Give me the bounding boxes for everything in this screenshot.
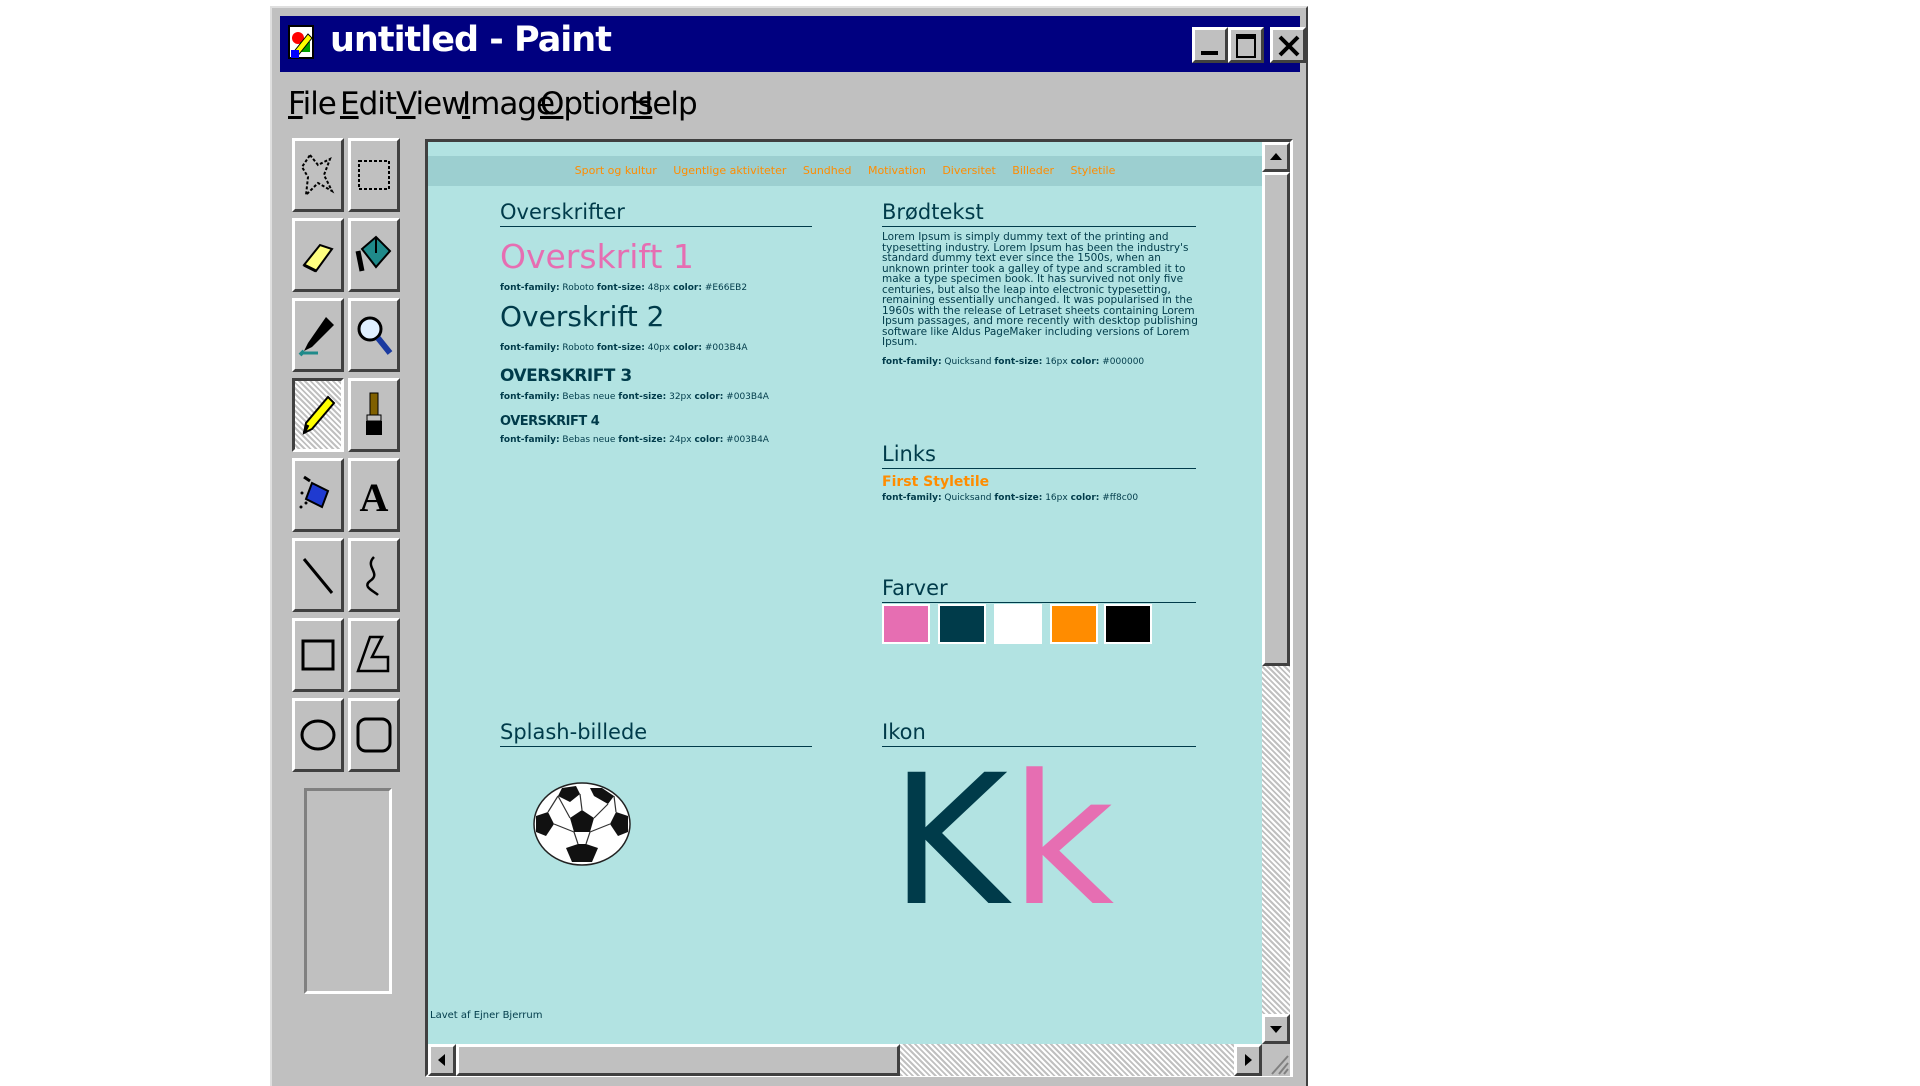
horizontal-scrollbar[interactable] <box>428 1044 1262 1076</box>
headings-section-title: Overskrifter <box>500 200 812 227</box>
heading-4-spec: font-family: Bebas neue font-size: 24px … <box>500 435 769 445</box>
scroll-right-button[interactable] <box>1234 1044 1262 1076</box>
heading-2-spec: font-family: Roboto font-size: 40px colo… <box>500 343 748 353</box>
arrow-down-icon <box>1270 1026 1282 1033</box>
rectangle-icon <box>301 639 335 671</box>
heading-2-sample: Overskrift 2 <box>500 300 665 333</box>
ellipse-icon <box>300 719 336 751</box>
line-icon <box>302 558 334 594</box>
rectangle-select-icon <box>358 160 390 190</box>
pick-color-tool[interactable] <box>292 298 344 372</box>
scroll-down-button[interactable] <box>1262 1014 1290 1044</box>
color-swatch-black <box>1104 604 1152 644</box>
nav-link-styletile[interactable]: Styletile <box>1071 156 1116 186</box>
menu-view[interactable]: View <box>396 86 467 122</box>
nav-link-motivation[interactable]: Motivation <box>868 156 926 186</box>
airbrush-icon <box>299 475 330 509</box>
nav-link-billeder[interactable]: Billeder <box>1012 156 1054 186</box>
fill-with-color-tool[interactable] <box>348 218 400 292</box>
heading-1-sample: Overskrift 1 <box>500 237 694 276</box>
free-form-select-icon <box>300 153 335 198</box>
soccer-ball-icon <box>533 782 631 866</box>
title-bar[interactable]: untitled - Paint <box>280 16 1306 72</box>
free-form-select-tool[interactable] <box>292 138 344 212</box>
body-text-spec: font-family: Quicksand font-size: 16px c… <box>882 357 1145 367</box>
arrow-right-icon <box>1245 1054 1252 1066</box>
curve-icon <box>366 556 379 596</box>
color-swatch-orange <box>1050 604 1098 644</box>
menu-file[interactable]: File <box>288 86 337 122</box>
menu-bar: File Edit View Image Options Help <box>280 80 1300 130</box>
nav-link-diversitet[interactable]: Diversitet <box>942 156 996 186</box>
paint-app-icon <box>288 25 314 59</box>
body-text-section-title: Brødtekst <box>882 200 1196 227</box>
tool-options-panel[interactable] <box>304 788 392 994</box>
nav-link-aktiviteter[interactable]: Ugentlige aktiviteter <box>673 156 786 186</box>
icon-letter-uppercase-k: K <box>890 737 1009 946</box>
colors-section-title: Farver <box>882 576 1196 603</box>
splash-section-title: Splash-billede <box>500 720 812 747</box>
eyedropper-icon <box>298 317 334 357</box>
site-nav: Sport og kultur Ugentlige aktiviteter Su… <box>428 156 1262 186</box>
canvas-frame: Sport og kultur Ugentlige aktiviteter Su… <box>425 139 1293 1077</box>
heading-4-sample: OVERSKRIFT 4 <box>500 414 600 429</box>
polygon-tool[interactable] <box>348 618 400 692</box>
nav-link-sport[interactable]: Sport og kultur <box>575 156 657 186</box>
color-swatch-dark-teal <box>938 604 986 644</box>
icon-letter-lowercase-k: k <box>1010 737 1115 946</box>
heading-3-sample: OVERSKRIFT 3 <box>500 366 632 386</box>
color-swatch-white <box>994 604 1042 644</box>
heading-3-spec: font-family: Bebas neue font-size: 32px … <box>500 392 769 402</box>
menu-help[interactable]: Help <box>630 86 698 122</box>
scroll-left-button[interactable] <box>428 1044 456 1076</box>
body-text-sample: Lorem Ipsum is simply dummy text of the … <box>882 231 1198 348</box>
resize-grip-icon <box>1271 1055 1289 1075</box>
link-sample[interactable]: First Styletile <box>882 474 989 490</box>
maximize-button[interactable] <box>1228 27 1264 63</box>
eraser-tool[interactable] <box>292 218 344 292</box>
color-swatch-pink <box>882 604 930 644</box>
rounded-rectangle-tool[interactable] <box>348 698 400 772</box>
close-icon <box>1278 35 1300 57</box>
canvas[interactable]: Sport og kultur Ugentlige aktiviteter Su… <box>428 142 1262 1044</box>
horizontal-scroll-thumb[interactable] <box>456 1044 900 1076</box>
eraser-icon <box>302 243 334 273</box>
heading-1-spec: font-family: Roboto font-size: 48px colo… <box>500 283 748 293</box>
svg-text:A: A <box>360 475 389 517</box>
menu-edit[interactable]: Edit <box>340 86 397 122</box>
rectangle-tool[interactable] <box>292 618 344 692</box>
brush-tool[interactable] <box>348 378 400 452</box>
ellipse-tool[interactable] <box>292 698 344 772</box>
vertical-scrollbar[interactable] <box>1262 142 1290 1044</box>
scroll-up-button[interactable] <box>1262 142 1290 172</box>
text-tool[interactable]: A <box>348 458 400 532</box>
close-button[interactable] <box>1270 27 1306 63</box>
toolbox: A <box>292 138 400 788</box>
paint-window: untitled - Paint File Edit View Image Op… <box>270 6 1308 1086</box>
text-icon: A <box>360 475 389 517</box>
site-footer: Lavet af Ejner Bjerrum <box>430 1010 543 1021</box>
minimize-button[interactable] <box>1192 27 1228 63</box>
pencil-tool[interactable] <box>292 378 344 452</box>
curve-tool[interactable] <box>348 538 400 612</box>
pencil-icon <box>302 395 336 435</box>
line-tool[interactable] <box>292 538 344 612</box>
nav-link-sundhed[interactable]: Sundhed <box>803 156 852 186</box>
magnifier-icon <box>357 316 393 355</box>
window-title: untitled - Paint <box>330 20 612 60</box>
polygon-icon <box>356 635 390 673</box>
paint-bucket-icon <box>355 235 392 272</box>
airbrush-tool[interactable] <box>292 458 344 532</box>
rounded-rectangle-icon <box>356 717 392 753</box>
rectangle-select-tool[interactable] <box>348 138 400 212</box>
links-section-title: Links <box>882 442 1196 469</box>
resize-grip[interactable] <box>1262 1044 1290 1076</box>
vertical-scroll-thumb[interactable] <box>1262 172 1290 666</box>
arrow-left-icon <box>438 1054 445 1066</box>
magnifier-tool[interactable] <box>348 298 400 372</box>
arrow-up-icon <box>1270 153 1282 160</box>
links-spec: font-family: Quicksand font-size: 16px c… <box>882 493 1139 503</box>
brush-icon <box>366 392 382 435</box>
